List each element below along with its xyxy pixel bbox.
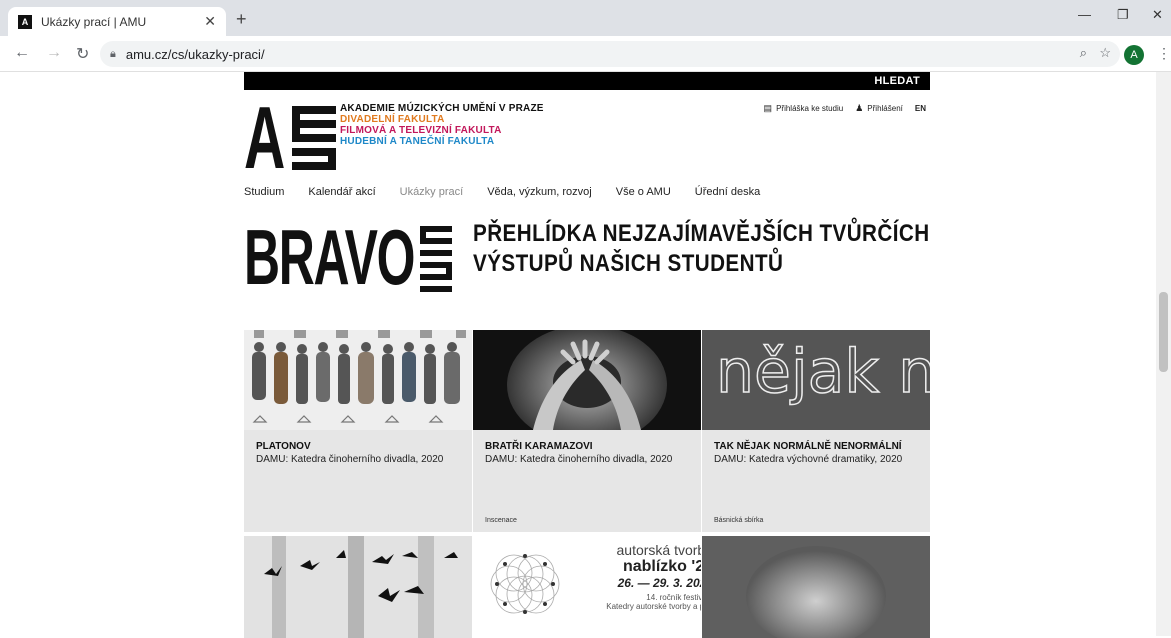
main-navigation: Studium Kalendář akcí Ukázky prací Věda,… [244,186,760,198]
language-link[interactable]: EN [915,104,926,113]
url-text: amu.cz/cs/ukazky-praci/ [125,46,265,62]
card-bratri-karamazovi[interactable]: BRATŘI KARAMAZOVI DAMU: Katedra činohern… [473,330,701,532]
water-splash-image [702,536,930,638]
document-icon: ▤ [763,103,773,113]
utility-links: ▤ Přihláška ke studiu ♟ Přihlášení EN [764,103,926,114]
bravo-word: BRAVO [244,213,415,301]
amu-logo[interactable]: A [244,94,340,182]
application-label: Přihláška ke studiu [776,104,844,113]
headline-line-2: VÝSTUPŮ NAŠICH STUDENTŮ [473,250,784,277]
close-window-icon[interactable]: ✕ [1152,7,1163,23]
login-label: Přihlášení [867,104,903,113]
birds-trees-image [244,536,472,638]
faculty-list: AKADEMIE MÚZICKÝCH UMĚNÍ V PRAZE DIVADEL… [340,103,544,147]
chalkboard-image: nějak normáln [702,330,930,430]
browser-tab[interactable]: A Ukázky prací | AMU ✕ [8,7,226,36]
nav-item-ukazky-praci[interactable]: Ukázky prací [400,186,464,198]
card-platonov[interactable]: PLATONOV DAMU: Katedra činoherního divad… [244,330,472,532]
card-title: PLATONOV [256,441,311,452]
scrollbar-thumb[interactable] [1159,292,1168,372]
card-nablizko[interactable]: autorská tvorba nablízko '20 26. — 29. 3… [473,536,701,638]
logo-mu-mark [292,106,336,170]
chalk-text: nějak normáln [716,337,930,407]
language-label: EN [914,104,926,113]
address-bar[interactable]: 🔒︎ amu.cz/cs/ukazky-praci/ [100,41,1120,67]
faculty-damu[interactable]: DIVADELNÍ FAKULTA [340,114,544,125]
card-splash[interactable] [702,536,930,638]
bravo-amu-mark [420,226,452,292]
card-type: Básnická sbírka [714,517,764,524]
restore-icon[interactable]: ❐ [1117,7,1129,23]
card-subtitle: DAMU: Katedra činoherního divadla, 2020 [485,454,673,465]
zoom-icon[interactable]: ⌕ [1080,45,1087,61]
card-title: TAK NĚJAK NORMÁLNĚ NENORMÁLNÍ [714,441,902,452]
faculty-famu[interactable]: FILMOVÁ A TELEVIZNÍ FAKULTA [340,125,544,136]
card-image-platonov [244,330,472,430]
profile-avatar[interactable]: A [1124,45,1144,65]
browser-tab-bar: A Ukázky prací | AMU ✕ + — ❐ ✕ [0,0,1171,36]
card-tak-nejak[interactable]: nějak normáln TAK NĚJAK NORMÁLNĚ NENORMÁ… [702,330,930,532]
site-top-bar: HLEDAT [244,72,930,90]
poster-line-3: 26. — 29. 3. 2020 [617,576,701,590]
tab-title: Ukázky prací | AMU [41,14,147,29]
card-image-tak-nejak: nějak normáln [702,330,930,430]
headline-line-1: PŘEHLÍDKA NEJZAJÍMAVĚJŠÍCH TVŮRČÍCH [473,220,930,247]
logo-letter-a: A [244,88,286,187]
reload-icon[interactable]: ↻ [76,44,89,64]
close-tab-icon[interactable]: ✕ [204,13,216,30]
favicon-icon: A [18,14,32,29]
card-title: BRATŘI KARAMAZOVI [485,441,593,452]
poster-line-1: autorská tvorba [616,542,702,558]
bookmark-star-icon[interactable]: ☆ [1099,45,1111,61]
browser-toolbar: ← → ↻ 🔒︎ amu.cz/cs/ukazky-praci/ ⌕ ☆ [0,36,1171,72]
login-link[interactable]: ♟ Přihlášení [855,103,903,114]
poster-text: autorská tvorba nablízko '20 26. — 29. 3… [563,542,701,611]
card-image-karamazovi [473,330,701,430]
nav-item-vse-o-amu[interactable]: Vše o AMU [616,186,671,198]
back-icon[interactable]: ← [14,44,30,62]
faculty-amu[interactable]: AKADEMIE MÚZICKÝCH UMĚNÍ V PRAZE [340,103,544,114]
nav-item-veda[interactable]: Věda, výzkum, rozvoj [487,186,592,198]
application-link[interactable]: ▤ Přihláška ke studiu [764,103,844,114]
minimize-icon[interactable]: — [1078,7,1091,22]
poster-line-4: 14. ročník festivalu [646,593,701,602]
card-subtitle: DAMU: Katedra činoherního divadla, 2020 [256,454,444,465]
forward-icon[interactable]: → [46,44,62,62]
card-type: Inscenace [485,517,517,524]
search-link[interactable]: HLEDAT [874,75,920,87]
hero-headline: PŘEHLÍDKA NEJZAJÍMAVĚJŠÍCH TVŮRČÍCH VÝST… [473,219,930,279]
nav-item-studium[interactable]: Studium [244,186,284,198]
costume-sketches-image [244,330,472,430]
card-subtitle: DAMU: Katedra výchovné dramatiky, 2020 [714,454,903,465]
lock-icon: 🔒︎ [110,47,116,60]
new-tab-icon[interactable]: + [236,9,247,30]
browser-menu-icon[interactable]: ⋮ [1157,45,1171,62]
nav-item-kalendar[interactable]: Kalendář akcí [308,186,375,198]
card-birds[interactable] [244,536,472,638]
faculty-hamu[interactable]: HUDEBNÍ A TANEČNÍ FAKULTA [340,136,544,147]
user-icon: ♟ [855,103,864,113]
poster-line-5: Katedry autorské tvorby a ped [606,602,701,611]
head-in-hands-image [473,330,701,430]
nav-item-uredni-deska[interactable]: Úřední deska [695,186,760,198]
poster-line-2: nablízko '20 [622,558,701,575]
page-scrollbar[interactable] [1156,72,1171,636]
